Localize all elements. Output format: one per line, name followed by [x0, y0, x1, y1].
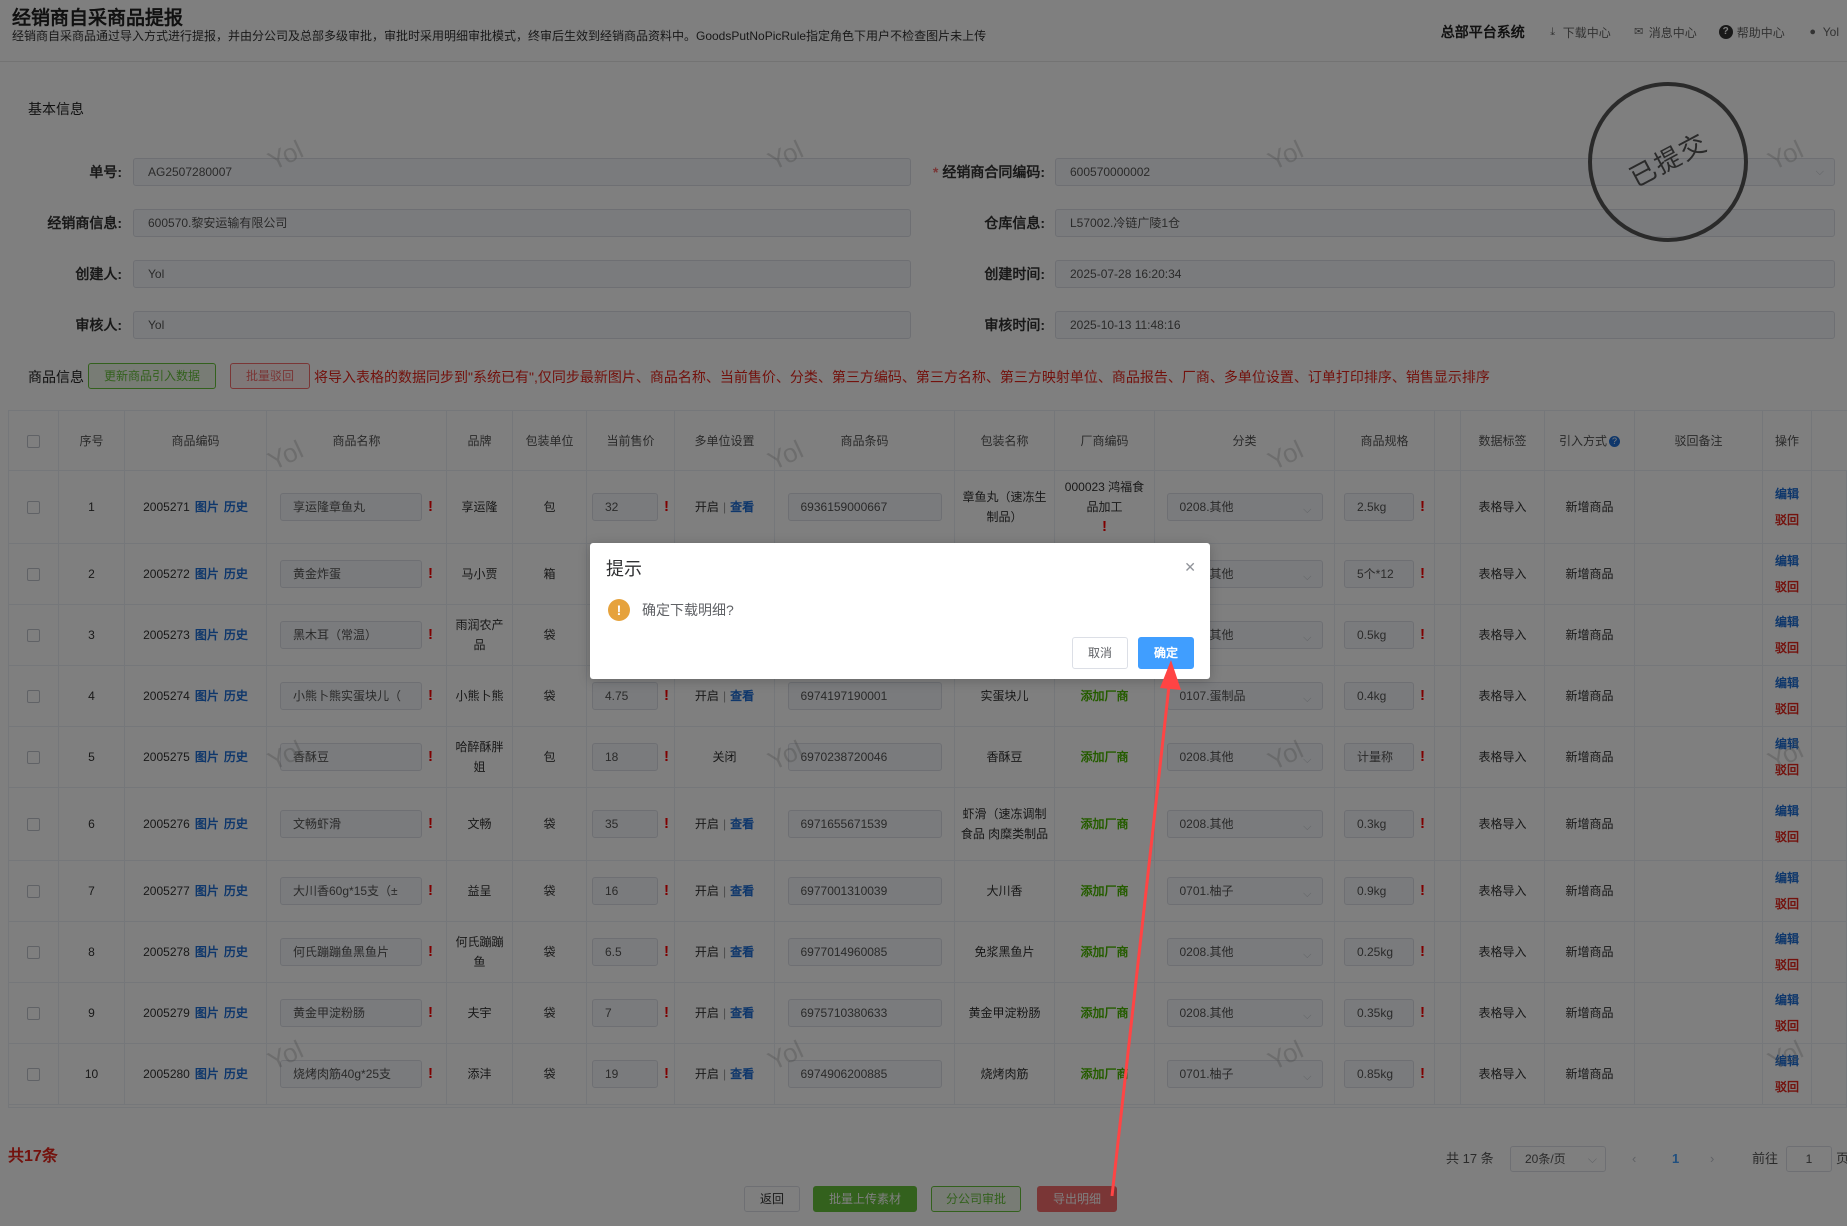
confirm-dialog: 提示 ✕ ! 确定下载明细? 取消 确定: [590, 543, 1210, 679]
confirm-button[interactable]: 确定: [1138, 637, 1194, 669]
cancel-button[interactable]: 取消: [1072, 637, 1128, 669]
close-icon[interactable]: ✕: [1184, 559, 1196, 576]
warning-icon: !: [608, 599, 630, 621]
dialog-message: 确定下载明细?: [642, 602, 734, 618]
dialog-title: 提示: [606, 559, 642, 579]
